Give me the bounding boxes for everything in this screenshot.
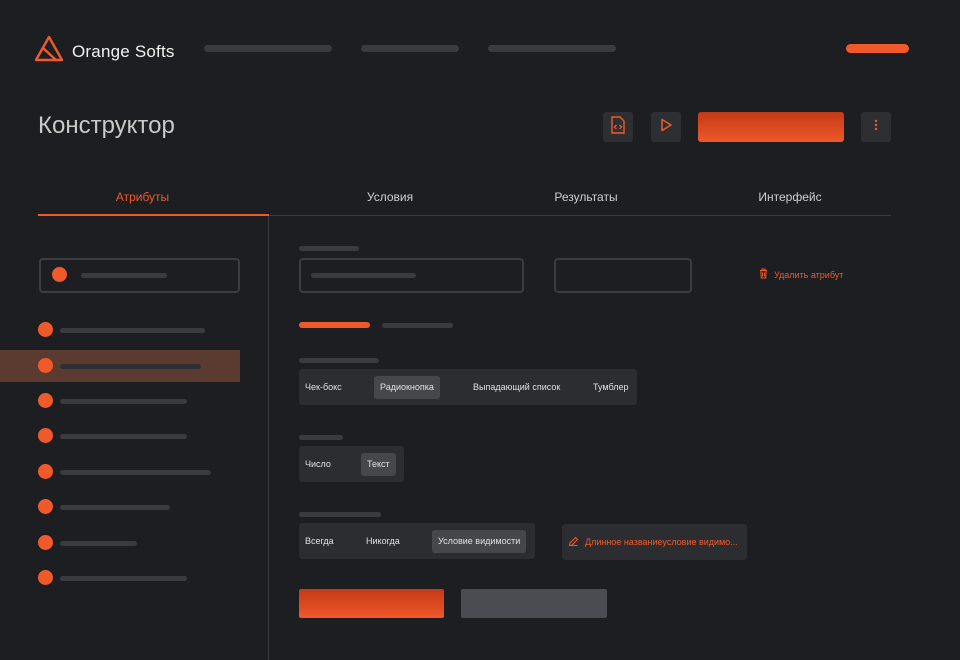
tab-conditions[interactable]: Условия xyxy=(292,190,488,204)
new-attribute-input[interactable] xyxy=(39,258,240,293)
option-toggle[interactable]: Тумблер xyxy=(587,376,635,399)
code-view-button[interactable] xyxy=(603,112,633,142)
option-always[interactable]: Всегда xyxy=(299,530,340,553)
option-checkbox[interactable]: Чек-бокс xyxy=(299,376,348,399)
attribute-dot-icon xyxy=(38,499,53,514)
attribute-dot-icon xyxy=(38,358,53,373)
delete-attribute-link[interactable]: Удалить атрибут xyxy=(759,268,843,281)
attribute-dot-icon xyxy=(52,267,67,282)
option-text[interactable]: Текст xyxy=(361,453,396,476)
apply-button[interactable] xyxy=(299,589,444,618)
option-dropdown[interactable]: Выпадающий список xyxy=(467,376,566,399)
attribute-name-placeholder xyxy=(60,541,137,546)
option-visibility-condition[interactable]: Условие видимости xyxy=(432,530,527,553)
subtab-inactive[interactable] xyxy=(382,323,453,328)
pencil-icon xyxy=(568,536,579,549)
header-cta-button[interactable] xyxy=(846,44,909,53)
section-label-placeholder xyxy=(299,435,343,440)
delete-attribute-label: Удалить атрибут xyxy=(774,269,844,280)
attribute-name-placeholder xyxy=(60,505,170,510)
attribute-dot-icon xyxy=(38,428,53,443)
edit-condition-chip[interactable]: Длинное названиеусловие видимо... xyxy=(562,524,747,560)
page-title: Конструктор xyxy=(38,112,175,139)
attribute-name-field[interactable] xyxy=(299,258,524,293)
tab-interface[interactable]: Интерфейс xyxy=(692,190,888,204)
play-icon xyxy=(659,118,673,137)
preview-button[interactable] xyxy=(651,112,681,142)
file-code-icon xyxy=(610,115,626,139)
field-label-placeholder xyxy=(299,246,359,251)
attribute-list-item[interactable] xyxy=(0,314,240,346)
more-vertical-icon xyxy=(874,118,878,136)
brand-logo[interactable]: Orange Softs xyxy=(34,35,175,68)
tab-results[interactable]: Результаты xyxy=(488,190,684,204)
section-label-placeholder xyxy=(299,358,379,363)
attribute-name-placeholder xyxy=(60,434,187,439)
more-button[interactable] xyxy=(861,112,891,142)
panel-divider xyxy=(268,216,269,660)
option-never[interactable]: Никогда xyxy=(360,530,406,553)
input-placeholder xyxy=(81,273,167,278)
cancel-button[interactable] xyxy=(461,589,607,618)
attribute-dot-icon xyxy=(38,464,53,479)
attribute-code-field[interactable] xyxy=(554,258,692,293)
tab-attributes[interactable]: Атрибуты xyxy=(38,190,247,204)
visibility-selector: Всегда Никогда Условие видимости xyxy=(299,523,535,559)
attribute-name-placeholder xyxy=(60,576,187,581)
attribute-list-item[interactable] xyxy=(0,491,240,523)
trash-icon xyxy=(759,268,768,281)
attribute-name-placeholder xyxy=(60,470,211,475)
attribute-dot-icon xyxy=(38,322,53,337)
nav-link-placeholder-3[interactable] xyxy=(488,45,616,52)
active-tab-indicator xyxy=(38,214,269,216)
attribute-dot-icon xyxy=(38,570,53,585)
field-value-placeholder xyxy=(311,273,416,278)
attribute-name-placeholder xyxy=(60,399,187,404)
triangle-logo-icon xyxy=(34,35,64,68)
control-type-selector: Чек-бокс Радиокнопка Выпадающий список Т… xyxy=(299,369,637,405)
attribute-list-item[interactable] xyxy=(0,527,240,559)
attribute-dot-icon xyxy=(38,535,53,550)
condition-label: Длинное названиеусловие видимо... xyxy=(585,537,738,547)
option-number[interactable]: Число xyxy=(299,453,337,476)
attribute-list-item[interactable] xyxy=(0,562,240,594)
attribute-list-item-selected[interactable] xyxy=(0,350,240,382)
brand-name: Orange Softs xyxy=(72,41,175,61)
save-button[interactable] xyxy=(698,112,844,142)
attribute-dot-icon xyxy=(38,393,53,408)
nav-link-placeholder-2[interactable] xyxy=(361,45,459,52)
attribute-list-item[interactable] xyxy=(0,385,240,417)
tab-bar: Атрибуты Условия Результаты Интерфейс xyxy=(38,184,891,216)
attribute-name-placeholder xyxy=(60,328,205,333)
subtab-active[interactable] xyxy=(299,322,370,328)
attribute-list-item[interactable] xyxy=(0,420,240,452)
attribute-name-placeholder xyxy=(60,364,201,369)
nav-link-placeholder-1[interactable] xyxy=(204,45,332,52)
attribute-list-item[interactable] xyxy=(0,456,240,488)
value-type-selector: Число Текст xyxy=(299,446,404,482)
option-radio[interactable]: Радиокнопка xyxy=(374,376,440,399)
section-label-placeholder xyxy=(299,512,381,517)
